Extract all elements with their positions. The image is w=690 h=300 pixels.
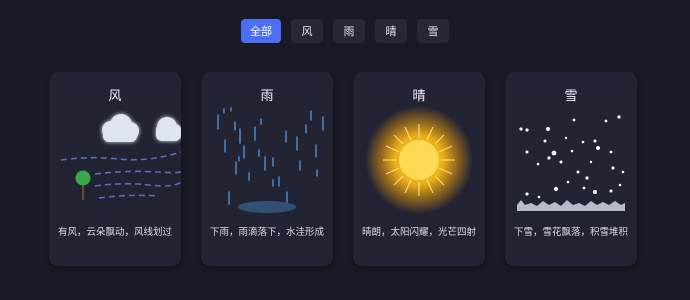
card-description: 晴朗，太阳闪耀，光芒四射 [361,227,476,238]
rain-scene-icon [217,107,324,213]
sun-scene-icon [365,106,473,214]
tab-sunny[interactable]: 晴 [375,19,407,43]
tab-snow[interactable]: 雪 [417,19,449,43]
card-description: 下雪，雪花飘落，积雪堆积 [513,227,628,238]
snow-scene-icon [517,115,625,211]
weather-card-snow[interactable]: 雪 下雪，雪花飘落，积雪堆积 [505,72,637,266]
tab-rain[interactable]: 雨 [333,19,365,43]
filter-tab-bar: 全部 风 雨 晴 雪 [0,19,690,43]
weather-card-rain[interactable]: 雨 下雨，雨滴落下，水洼形成 [201,72,333,266]
weather-card-sunny[interactable]: 晴 晴朗，太阳闪耀，光芒四射 [353,72,485,266]
tab-wind[interactable]: 风 [291,19,323,43]
card-description: 下雨，雨滴落下，水洼形成 [209,227,324,238]
weather-card-wind[interactable]: 风 有风，云朵飘动，风线划过 [49,72,181,266]
card-description: 有风，云朵飘动，风线划过 [57,227,172,238]
tab-all[interactable]: 全部 [241,19,281,43]
wind-scene-icon [60,114,181,200]
